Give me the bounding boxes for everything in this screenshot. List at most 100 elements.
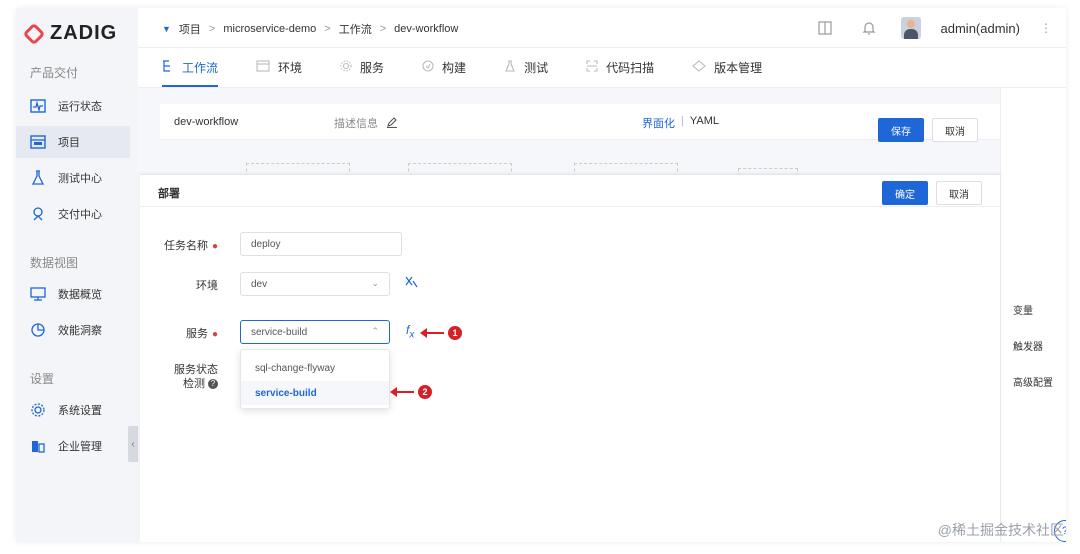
pie-icon — [30, 322, 46, 338]
tab-label: 测试 — [524, 61, 549, 75]
tab-label: 代码扫描 — [606, 61, 655, 75]
sidebar-item-label: 测试中心 — [58, 173, 102, 185]
tab-workflow[interactable]: 工作流 — [162, 48, 219, 87]
avatar[interactable] — [900, 17, 921, 39]
section-settings: 设置 — [30, 372, 55, 386]
dropdown-option-selected[interactable]: service-build — [241, 381, 389, 405]
breadcrumb-separator-icon: > — [324, 23, 331, 35]
building-icon — [30, 438, 46, 454]
sidebar-item-label: 效能洞察 — [58, 325, 102, 337]
tab-label: 版本管理 — [714, 61, 763, 75]
label-text: 服务状态 — [174, 364, 218, 376]
annotation-arrow — [420, 328, 444, 338]
more-vertical-icon[interactable]: ⋮ — [1040, 21, 1052, 35]
breadcrumb-item: dev-workflow — [394, 23, 459, 35]
sidebar-item-enterprise[interactable]: 企业管理 — [16, 430, 130, 462]
service-dropdown: sql-change-flyway service-build — [240, 349, 390, 409]
tab-label: 工作流 — [182, 61, 219, 75]
help-icon[interactable]: ? — [208, 379, 218, 390]
tab-label: 服务 — [360, 61, 385, 75]
cancel-button[interactable]: 取消 — [936, 181, 982, 205]
task-name-input[interactable]: deploy — [240, 232, 402, 256]
sidebar-item-label: 项目 — [58, 137, 80, 149]
environment-icon — [256, 60, 270, 75]
required-dot-icon: ● — [211, 241, 218, 252]
sidebar-item-label: 企业管理 — [58, 441, 102, 453]
tab-label: 构建 — [442, 61, 467, 75]
tab-test[interactable]: 测试 — [504, 48, 548, 87]
panel-title: 部署 — [158, 188, 180, 200]
variable-reference-icon[interactable] — [404, 275, 418, 292]
caret-down-icon[interactable]: ▼ — [162, 24, 171, 34]
edit-pen-icon[interactable] — [386, 116, 398, 131]
tab-version[interactable]: 版本管理 — [692, 48, 762, 87]
right-settings-panel: 变量 触发器 高级配置 — [1000, 88, 1066, 542]
tab-environment[interactable]: 环境 — [256, 48, 302, 87]
sidebar-item-system-settings[interactable]: 系统设置 — [16, 394, 130, 426]
mode-ui[interactable]: 界面化 — [642, 115, 675, 131]
input-value: deploy — [251, 238, 281, 250]
workflow-header: dev-workflow 描述信息 界面化 | YAML 保存 取消 — [160, 104, 1000, 142]
sidebar-item-label: 系统设置 — [58, 405, 102, 417]
environment-select[interactable]: dev ⌄ — [240, 272, 390, 296]
monitor-icon — [30, 286, 46, 302]
mode-yaml[interactable]: YAML — [690, 115, 719, 131]
panel-header: 部署 确定 取消 — [140, 175, 1000, 207]
environment-label: 环境 — [148, 277, 218, 293]
flask-icon — [504, 60, 516, 75]
workflow-description[interactable]: 描述信息 — [334, 115, 398, 131]
dropdown-option[interactable]: sql-change-flyway — [241, 356, 389, 380]
sidebar-collapse-handle[interactable]: ‹ — [128, 426, 138, 462]
variables-link[interactable]: 变量 — [1013, 302, 1033, 317]
tab-code-scan[interactable]: 代码扫描 — [586, 48, 654, 87]
fx-function-icon[interactable]: fx — [406, 323, 414, 340]
build-icon — [422, 60, 434, 75]
triggers-link[interactable]: 触发器 — [1013, 338, 1043, 353]
tab-build[interactable]: 构建 — [422, 48, 466, 87]
required-dot-icon: ● — [211, 329, 218, 340]
sidebar-item-test-center[interactable]: 测试中心 — [16, 162, 130, 194]
breadcrumb-item[interactable]: 工作流 — [339, 21, 372, 37]
label-text: 环境 — [196, 280, 218, 292]
service-select[interactable]: service-build ⌃ — [240, 320, 390, 344]
tab-service[interactable]: 服务 — [340, 48, 384, 87]
label-text: 检测 — [183, 378, 205, 390]
book-icon[interactable] — [813, 16, 837, 40]
annotation-arrow — [390, 387, 414, 397]
task-name-label: 任务名称 ● — [148, 237, 218, 253]
chevron-up-icon: ⌃ — [371, 326, 379, 336]
sidebar: ZADIG 产品交付 运行状态 项目 测试中心 交付中心 数据视图 数据概览 效… — [16, 8, 138, 542]
sidebar-item-efficiency[interactable]: 效能洞察 — [16, 314, 130, 346]
section-data-view: 数据视图 — [30, 256, 79, 270]
section-delivery: 产品交付 — [30, 66, 79, 80]
pulse-icon — [30, 98, 46, 114]
sidebar-item-data-overview[interactable]: 数据概览 — [16, 278, 130, 310]
advanced-config-link[interactable]: 高级配置 — [1013, 374, 1053, 389]
cancel-button[interactable]: 取消 — [932, 118, 978, 142]
sidebar-item-delivery-center[interactable]: 交付中心 — [16, 198, 130, 230]
project-icon — [30, 134, 46, 150]
service-icon — [340, 60, 352, 75]
sidebar-item-status[interactable]: 运行状态 — [16, 90, 130, 122]
confirm-button[interactable]: 确定 — [882, 181, 928, 205]
save-button[interactable]: 保存 — [878, 118, 924, 142]
user-name[interactable]: admin(admin) — [941, 21, 1020, 36]
sidebar-item-label: 数据概览 — [58, 289, 102, 301]
chevron-down-icon: ⌄ — [371, 278, 379, 288]
flask-icon — [30, 170, 46, 186]
panel-actions: 确定 取消 — [882, 181, 982, 205]
breadcrumb: ▼ 项目 > microservice-demo > 工作流 > dev-wor… — [162, 21, 458, 37]
top-right-actions: admin(admin) ⋮ — [813, 16, 1052, 40]
sidebar-item-project[interactable]: 项目 — [16, 126, 130, 158]
select-value: service-build — [251, 326, 308, 338]
workflow-actions: 保存 取消 — [878, 118, 978, 142]
scan-icon — [586, 60, 598, 75]
delivery-icon — [30, 206, 46, 222]
bell-icon[interactable] — [857, 16, 881, 40]
breadcrumb-item[interactable]: 项目 — [179, 21, 201, 37]
breadcrumb-item[interactable]: microservice-demo — [223, 23, 316, 35]
annotation-marker-2: 2 — [418, 385, 432, 399]
logo[interactable]: ZADIG — [22, 22, 117, 45]
workflow-icon — [162, 60, 174, 75]
watermark: @稀土掘金技术社区 — [937, 522, 1064, 538]
